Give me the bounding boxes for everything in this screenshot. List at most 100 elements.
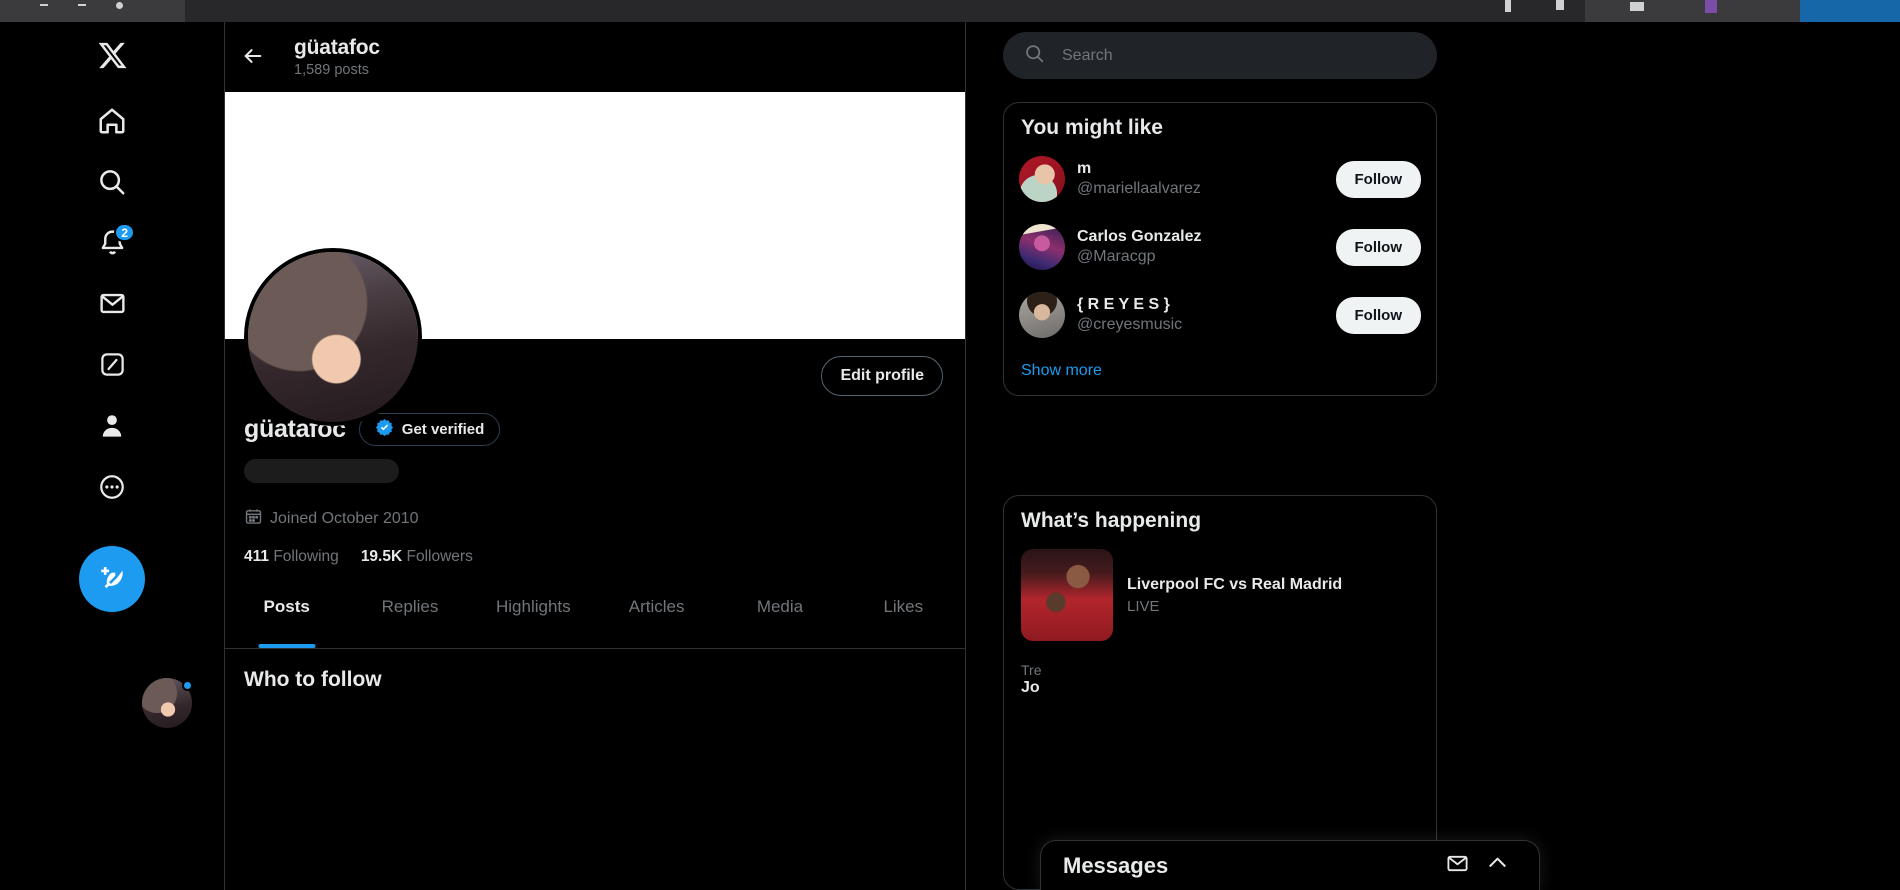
chrome-action-button[interactable] [1800, 0, 1900, 22]
person-icon [97, 411, 127, 446]
compose-post-icon [97, 563, 127, 596]
profile-stats-row: 411 Following 19.5K Followers [244, 548, 946, 566]
profile-tabs: Posts Replies Highlights Articles Media … [225, 595, 965, 649]
following-label: Following [273, 548, 339, 565]
home-icon [97, 106, 127, 141]
list-item[interactable]: Liverpool FC vs Real Madrid LIVE [1004, 538, 1436, 652]
followers-label: Followers [406, 548, 473, 565]
avatar [1019, 292, 1065, 338]
main-profile-column: güatafoc 1,589 posts Edit profile güataf… [224, 22, 966, 890]
suggestion-handle: @creyesmusic [1077, 316, 1183, 333]
suggestion-text: Carlos Gonzalez @Maracgp [1077, 227, 1324, 267]
trend-status: LIVE [1127, 598, 1160, 616]
verified-badge-icon [375, 418, 394, 441]
list-item[interactable]: m @mariellaalvarez Follow [1004, 145, 1436, 213]
sidebar-item-grok[interactable] [86, 341, 138, 393]
sidebar-item-home[interactable] [86, 97, 138, 149]
search-input[interactable] [1062, 46, 1392, 65]
suggestion-name: Carlos Gonzalez [1077, 228, 1202, 245]
list-item[interactable]: Carlos Gonzalez @Maracgp Follow [1004, 213, 1436, 281]
suggestion-name: m [1077, 160, 1092, 177]
sidebar-item-notifications[interactable]: 2 [86, 219, 138, 271]
profile-avatar[interactable] [244, 248, 422, 426]
messages-dock-title: Messages [1063, 852, 1169, 878]
search-icon [1024, 43, 1045, 69]
chrome-window-icon[interactable] [1630, 2, 1644, 11]
following-stat[interactable]: 411 Following [244, 548, 339, 566]
profile-handle-loading-placeholder [244, 459, 399, 483]
x-logo-icon [97, 40, 128, 76]
posts-count: 1,589 posts [294, 61, 369, 78]
trend-text: Liverpool FC vs Real Madrid LIVE [1127, 575, 1342, 616]
sidebar-item-profile[interactable] [86, 402, 138, 454]
tab-highlights[interactable]: Highlights [472, 595, 595, 648]
calendar-icon [244, 507, 263, 531]
new-message-button[interactable] [1437, 846, 1477, 886]
search-box[interactable] [1003, 32, 1437, 79]
tab-replies[interactable]: Replies [348, 595, 471, 648]
you-might-like-title: You might like [1021, 116, 1163, 139]
new-message-icon [1446, 852, 1469, 880]
profile-identity: güatafoc Get verified Joined October 201… [225, 413, 965, 566]
compose-post-button[interactable] [79, 546, 145, 612]
grok-icon [99, 351, 126, 383]
browser-active-tab[interactable] [185, 0, 1585, 22]
profile-header-titles: güatafoc 1,589 posts [294, 36, 380, 77]
x-profile-page: 2 güatafoc 1,589 posts Edit profile güat… [0, 0, 1900, 890]
trend-category: Tre [1021, 662, 1042, 678]
profile-joined-row: Joined October 2010 [244, 507, 946, 531]
back-button[interactable] [234, 38, 272, 76]
profile-avatar-image [248, 252, 418, 422]
notifications-badge: 2 [114, 223, 135, 242]
tab-posts[interactable]: Posts [225, 595, 348, 648]
sidebar-item-messages[interactable] [86, 280, 138, 332]
follow-button[interactable]: Follow [1335, 228, 1421, 266]
sidebar-item-x-logo[interactable] [86, 32, 138, 84]
tab-articles[interactable]: Articles [595, 595, 718, 648]
chrome-close-icon[interactable] [1556, 0, 1564, 10]
chrome-bookmark-icon[interactable] [1505, 0, 1511, 12]
following-count: 411 [244, 548, 270, 565]
left-navigation-rail: 2 [0, 22, 224, 890]
follow-button[interactable]: Follow [1335, 160, 1421, 198]
suggestion-text: { R E Y E S } @creyesmusic [1077, 295, 1324, 335]
show-more-link[interactable]: Show more [1004, 349, 1436, 395]
whats-happening-title: What’s happening [1021, 509, 1202, 532]
suggestion-handle: @Maracgp [1077, 248, 1156, 265]
who-to-follow-heading: Who to follow [244, 668, 382, 691]
mail-icon [98, 289, 127, 323]
tab-media[interactable]: Media [718, 595, 841, 648]
profile-joined-date: Joined October 2010 [270, 510, 419, 527]
chrome-nav-back-icon[interactable] [40, 4, 48, 6]
avatar [1019, 156, 1065, 202]
browser-chrome-strip [0, 0, 1900, 22]
tab-likes[interactable]: Likes [842, 595, 965, 648]
more-ellipsis-icon [98, 473, 126, 506]
followers-count: 19.5K [360, 548, 403, 565]
page-title: güatafoc [294, 36, 380, 60]
suggestion-handle: @mariellaalvarez [1077, 180, 1201, 197]
search-icon [97, 167, 127, 202]
you-might-like-panel: You might like m @mariellaalvarez Follow… [1003, 102, 1437, 396]
chrome-reload-icon[interactable] [116, 2, 123, 9]
suggestion-text: m @mariellaalvarez [1077, 159, 1324, 199]
sidebar-item-explore[interactable] [86, 158, 138, 210]
expand-messages-button[interactable] [1477, 846, 1517, 886]
list-item[interactable]: { R E Y E S } @creyesmusic Follow [1004, 281, 1436, 349]
right-sidebar: You might like m @mariellaalvarez Follow… [990, 22, 1460, 890]
trend-title: Liverpool FC vs Real Madrid [1127, 575, 1343, 593]
suggestion-name: { R E Y E S } [1077, 296, 1170, 313]
followers-stat[interactable]: 19.5K Followers [361, 548, 473, 566]
edit-profile-button[interactable]: Edit profile [821, 356, 943, 396]
account-status-dot [182, 680, 193, 691]
arrow-left-icon [242, 45, 264, 70]
trend-thumbnail [1021, 549, 1113, 641]
follow-button[interactable]: Follow [1335, 296, 1421, 334]
get-verified-label: Get verified [401, 421, 485, 438]
sidebar-item-more[interactable] [86, 463, 138, 515]
chrome-nav-forward-icon[interactable] [78, 4, 86, 6]
messages-dock[interactable]: Messages [1040, 840, 1540, 890]
chrome-profile-avatar[interactable] [1705, 0, 1717, 13]
trend-name: Jo [1021, 679, 1040, 696]
get-verified-button[interactable]: Get verified [358, 413, 501, 446]
